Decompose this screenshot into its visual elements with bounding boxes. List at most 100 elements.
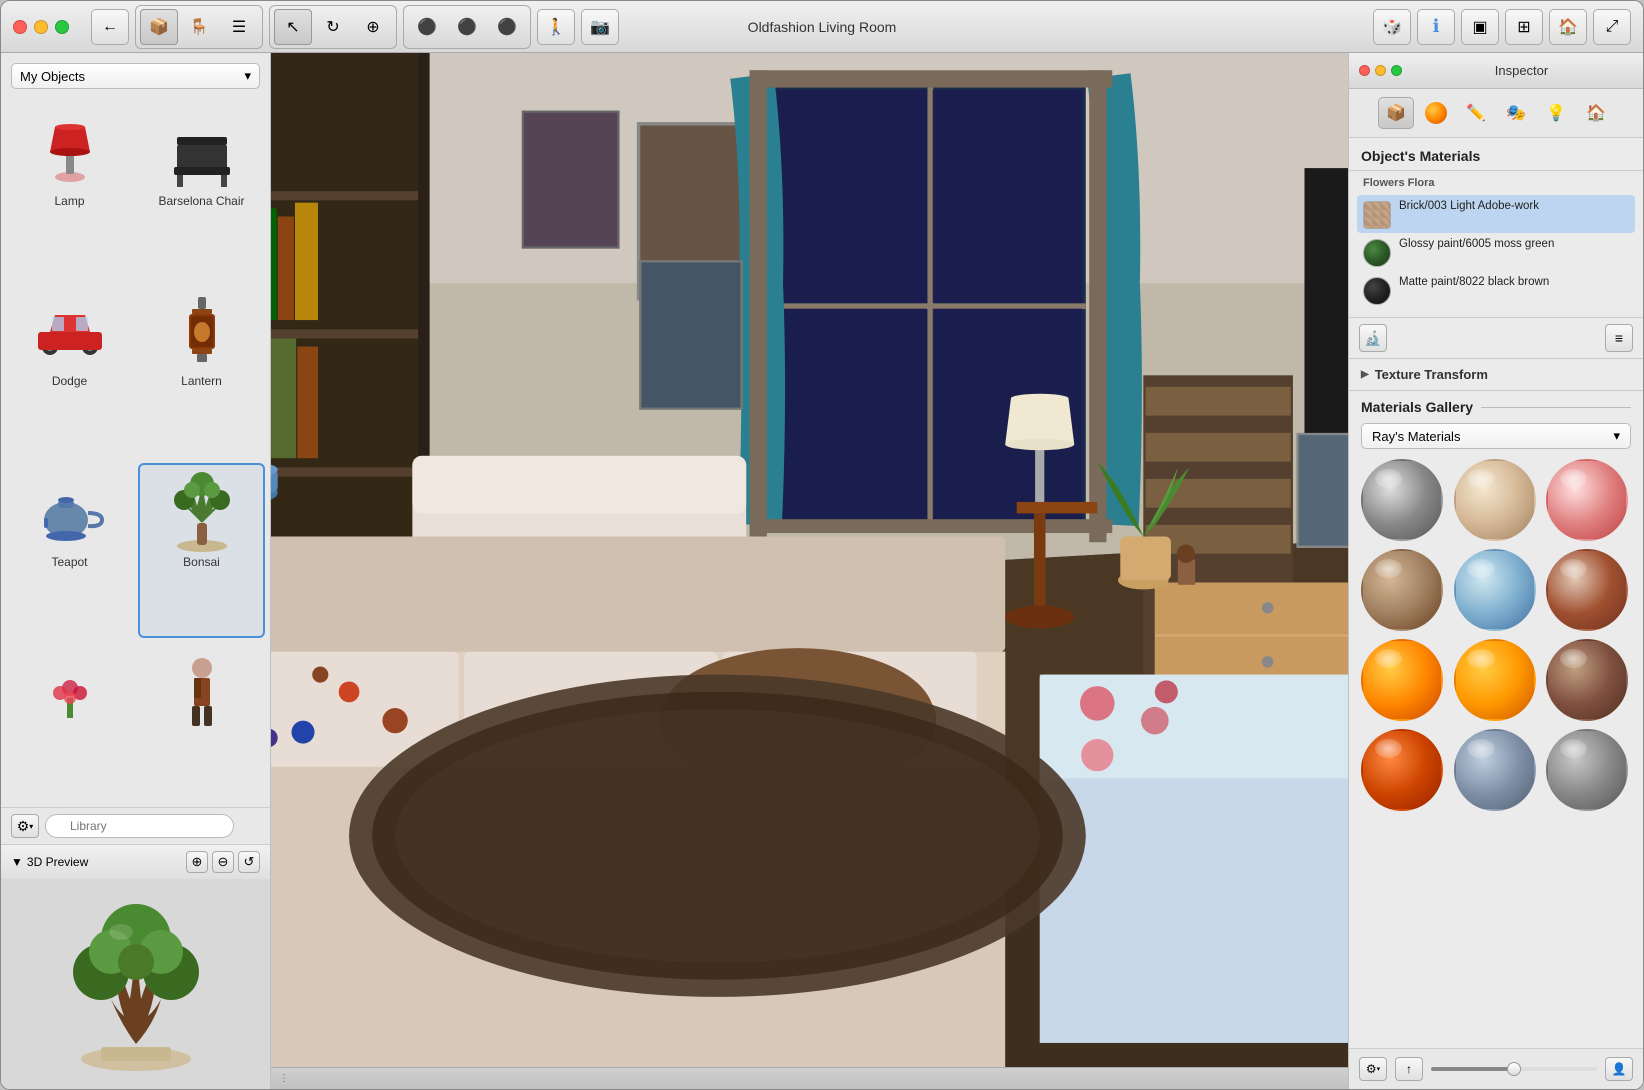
home-icon: 🏠 (1558, 17, 1578, 37)
object-item-flowers[interactable] (6, 643, 133, 802)
library-chair-button[interactable]: 🪑 (180, 9, 218, 45)
render-icon: 🎲 (1382, 17, 1402, 37)
inspector-tab-materials[interactable] (1418, 97, 1454, 129)
lantern-svg (167, 292, 237, 372)
inspector-tab-render[interactable]: 🎭 (1498, 97, 1534, 129)
material-ball-9[interactable] (1546, 639, 1628, 721)
material-item-brick[interactable]: Brick/003 Light Adobe-work (1357, 195, 1635, 233)
floorplan-icon: ⊞ (1517, 17, 1530, 37)
view-md-button[interactable]: ⚫ (448, 9, 486, 45)
materials-tab-icon (1425, 102, 1447, 124)
material-ball-2[interactable] (1454, 459, 1536, 541)
walk-mode-button[interactable]: 🚶 (537, 9, 575, 45)
library-objects-button[interactable]: 📦 (140, 9, 178, 45)
menu-button[interactable]: ≡ (1605, 324, 1633, 352)
material-ball-10[interactable] (1361, 729, 1443, 811)
main-3d-view[interactable]: ⋮ (271, 53, 1348, 1089)
fullscreen-button[interactable]: ⤢ (1593, 9, 1631, 45)
search-bar: ⚙ ▾ 🔍 (1, 807, 270, 844)
object-item-figure[interactable] (138, 643, 265, 802)
camera-button[interactable]: 📷 (581, 9, 619, 45)
view-lg-button[interactable]: ⚫ (488, 9, 526, 45)
minimize-button[interactable] (34, 20, 48, 34)
inspector-tabs: 📦 ✏️ 🎭 💡 🏠 (1349, 89, 1643, 138)
object-item-chair[interactable]: Barselona Chair (138, 102, 265, 277)
flowers-svg (35, 658, 105, 728)
object-item-lantern[interactable]: Lantern (138, 282, 265, 457)
split-view-button[interactable]: ▣ (1461, 9, 1499, 45)
cursor-tool-button[interactable]: ↖ (274, 9, 312, 45)
gallery-dropdown[interactable]: Ray's Materials ▾ (1361, 423, 1631, 449)
objects-grid: Lamp Barselona Chair (1, 97, 270, 807)
size-slider-thumb[interactable] (1507, 1062, 1521, 1076)
rotate-tool-button[interactable]: ↻ (314, 9, 352, 45)
inspector-close-button[interactable] (1359, 65, 1370, 76)
close-button[interactable] (13, 20, 27, 34)
zoom-out-button[interactable]: ⊖ (212, 851, 234, 873)
inspector-tab-light[interactable]: 💡 (1538, 97, 1574, 129)
preview-title: 3D Preview (27, 855, 88, 869)
material-ball-1[interactable] (1361, 459, 1443, 541)
gloss-mat-info: Glossy paint/6005 moss green (1399, 237, 1554, 252)
teapot-icon-container (30, 473, 110, 553)
material-ball-3[interactable] (1546, 459, 1628, 541)
texture-transform-header[interactable]: ▶ Texture Transform (1361, 367, 1631, 382)
view-mode-group: ⚫ ⚫ ⚫ (403, 5, 531, 49)
floorplan-button[interactable]: ⊞ (1505, 9, 1543, 45)
home-button[interactable]: 🏠 (1549, 9, 1587, 45)
resize-handle-icon[interactable]: ⋮ (279, 1073, 291, 1084)
inspector-person-button[interactable]: 👤 (1605, 1057, 1633, 1081)
material-category-flowers: Flowers Flora (1357, 175, 1635, 193)
transform-icon: ⊕ (366, 17, 379, 37)
inspector-import-button[interactable]: ↑ (1395, 1057, 1423, 1081)
material-ball-4[interactable] (1361, 549, 1443, 631)
toolbar-right: 🎲 ℹ ▣ ⊞ 🏠 ⤢ (1373, 9, 1631, 45)
reset-view-button[interactable]: ↺ (238, 851, 260, 873)
inspector-minimize-button[interactable] (1375, 65, 1386, 76)
chair-label: Barselona Chair (158, 194, 244, 208)
material-ball-11[interactable] (1454, 729, 1536, 811)
library-search-input[interactable] (45, 814, 234, 838)
eyedropper-button[interactable]: 🔬 (1359, 324, 1387, 352)
zoom-in-button[interactable]: ⊕ (186, 851, 208, 873)
objects-dropdown[interactable]: My Objects ▾ (11, 63, 260, 89)
car-svg (30, 297, 110, 367)
gear-settings-button[interactable]: ⚙ ▾ (11, 814, 39, 838)
inspector-tab-objects[interactable]: 📦 (1378, 97, 1414, 129)
material-item-matte[interactable]: Matte paint/8022 black brown (1357, 271, 1635, 309)
object-item-lamp[interactable]: Lamp (6, 102, 133, 277)
texture-transform-chevron-icon: ▶ (1361, 369, 1369, 380)
matte-mat-info: Matte paint/8022 black brown (1399, 275, 1549, 290)
render-tab-icon: 🎭 (1506, 103, 1526, 123)
tools-row: 🔬 ≡ (1349, 317, 1643, 359)
back-button[interactable]: ← (91, 9, 129, 45)
material-ball-5[interactable] (1454, 549, 1536, 631)
bonsai-svg (162, 468, 242, 558)
render-engine-button[interactable]: 🎲 (1373, 9, 1411, 45)
object-item-dodge[interactable]: Dodge (6, 282, 133, 457)
chair-icon-container (162, 112, 242, 192)
camera-icon: 📷 (590, 17, 610, 37)
material-ball-6[interactable] (1546, 549, 1628, 631)
view-sm-button[interactable]: ⚫ (408, 9, 446, 45)
object-item-bonsai[interactable]: Bonsai (138, 463, 265, 638)
material-ball-8[interactable] (1454, 639, 1536, 721)
inspector-body: Object's Materials Flowers Flora Brick/0… (1349, 138, 1643, 1048)
inspector-tab-edit[interactable]: ✏️ (1458, 97, 1494, 129)
material-ball-7[interactable] (1361, 639, 1443, 721)
object-item-teapot[interactable]: Teapot (6, 463, 133, 638)
library-list-button[interactable]: ☰ (220, 9, 258, 45)
material-item-gloss[interactable]: Glossy paint/6005 moss green (1357, 233, 1635, 271)
maximize-button[interactable] (55, 20, 69, 34)
gloss-mat-name: Glossy paint/6005 moss green (1399, 237, 1554, 252)
inspector-maximize-button[interactable] (1391, 65, 1402, 76)
chair-svg (162, 112, 242, 192)
import-icon: ↑ (1406, 1062, 1412, 1076)
preview-header[interactable]: ▼ 3D Preview ⊕ ⊖ ↺ (1, 845, 270, 879)
inspector-gear-button[interactable]: ⚙ ▾ (1359, 1057, 1387, 1081)
transform-tool-button[interactable]: ⊕ (354, 9, 392, 45)
info-button[interactable]: ℹ (1417, 9, 1455, 45)
inspector-tab-scene[interactable]: 🏠 (1578, 97, 1614, 129)
bonsai-label: Bonsai (183, 555, 220, 569)
material-ball-12[interactable] (1546, 729, 1628, 811)
